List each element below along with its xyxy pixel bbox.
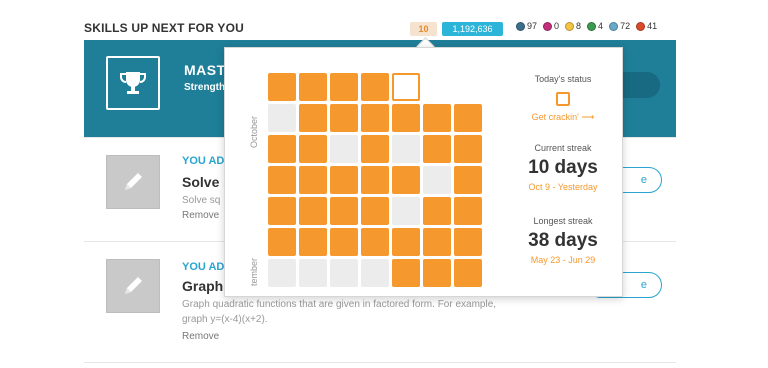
calendar-day xyxy=(361,259,389,287)
calendar-day xyxy=(423,135,451,163)
remove-link[interactable]: Remove xyxy=(182,331,219,342)
calendar-day xyxy=(454,135,482,163)
calendar-day xyxy=(268,197,296,225)
calendar-day xyxy=(454,259,482,287)
calendar-day xyxy=(299,259,327,287)
current-streak-label: Current streak xyxy=(534,143,592,153)
badge-count-item[interactable]: 4 xyxy=(587,21,603,31)
calendar-day xyxy=(361,166,389,194)
badge-count-value: 97 xyxy=(527,21,538,31)
calendar-day xyxy=(268,104,296,132)
calendar-day xyxy=(268,259,296,287)
calendar-day xyxy=(392,135,420,163)
badge-count-item[interactable]: 97 xyxy=(516,21,537,31)
calendar-day xyxy=(361,135,389,163)
mastery-subtitle: Strength xyxy=(184,82,226,93)
longest-streak: Longest streak 38 days May 23 - Jun 29 xyxy=(503,216,623,265)
sun-badge-icon xyxy=(516,21,525,31)
badge-count-item[interactable]: 72 xyxy=(609,21,630,31)
skills-up-next-title: SKILLS UP NEXT FOR YOU xyxy=(84,21,244,35)
calendar-day xyxy=(361,197,389,225)
badge-count-value: 41 xyxy=(647,21,658,31)
calendar-day xyxy=(361,228,389,256)
calendar-day xyxy=(454,73,482,101)
calendar-day xyxy=(454,166,482,194)
skill-description: Graph quadratic functions that are given… xyxy=(182,299,497,325)
longest-streak-label: Longest streak xyxy=(533,216,593,226)
calendar-day xyxy=(423,73,451,101)
moon-badge-icon xyxy=(543,21,553,31)
todays-status: Today's status Get crackin' ⟶ xyxy=(503,74,623,123)
badge-count-item[interactable]: 0 xyxy=(543,21,559,31)
calendar-day xyxy=(392,166,420,194)
calendar-day xyxy=(299,135,327,163)
calendar-day xyxy=(454,228,482,256)
skill-tag: YOU AD xyxy=(182,261,225,273)
badge-counts[interactable]: 97 0 8 4 72 41 xyxy=(516,21,657,31)
calendar-day xyxy=(392,104,420,132)
calendar-day xyxy=(330,259,358,287)
calendar-day xyxy=(454,104,482,132)
calendar-day xyxy=(268,166,296,194)
challenge-badge-icon xyxy=(636,21,646,31)
calendar-day xyxy=(330,166,358,194)
calendar-day xyxy=(423,228,451,256)
remove-link[interactable]: Remove xyxy=(182,210,219,221)
earth-badge-icon xyxy=(565,21,575,31)
calendar-day xyxy=(361,73,389,101)
streak-calendar-popover: October tember Today's status Get cracki… xyxy=(224,47,623,297)
calendar-day xyxy=(392,259,420,287)
calendar-day xyxy=(392,228,420,256)
longest-streak-range: May 23 - Jun 29 xyxy=(530,255,596,265)
streak-badge[interactable]: 10 xyxy=(410,22,437,36)
current-streak-value: 10 days xyxy=(528,157,598,178)
calendar-day xyxy=(268,228,296,256)
badge-count-item[interactable]: 41 xyxy=(636,21,657,31)
skill-tag: YOU AD xyxy=(182,155,225,167)
longest-streak-value: 38 days xyxy=(528,230,598,251)
calendar-day xyxy=(268,135,296,163)
badge-count-value: 8 xyxy=(576,21,582,31)
calendar-day xyxy=(268,73,296,101)
badge-count-value: 4 xyxy=(598,21,604,31)
trophy-icon xyxy=(106,56,160,110)
calendar-day xyxy=(330,197,358,225)
calendar-day xyxy=(299,166,327,194)
calendar-day xyxy=(330,135,358,163)
skill-title[interactable]: Graph xyxy=(182,278,223,294)
calendar-day xyxy=(423,259,451,287)
calendar-day xyxy=(423,197,451,225)
pencil-icon xyxy=(106,155,160,209)
row-divider xyxy=(84,362,676,363)
get-crackin-link[interactable]: Get crackin' ⟶ xyxy=(503,112,623,123)
badge-count-item[interactable]: 8 xyxy=(565,21,581,31)
black-hole-badge-icon xyxy=(609,21,619,31)
calendar-day xyxy=(330,104,358,132)
calendar-day xyxy=(361,104,389,132)
calendar-day xyxy=(299,104,327,132)
calendar-day xyxy=(299,228,327,256)
calendar-day xyxy=(392,197,420,225)
badge-count-value: 0 xyxy=(554,21,560,31)
calendar-day xyxy=(330,73,358,101)
calendar-day-today xyxy=(392,73,420,101)
month-label-october: October xyxy=(249,115,259,148)
mastery-title: MAST xyxy=(184,62,226,78)
pencil-icon xyxy=(106,259,160,313)
energy-points-badge[interactable]: 1,192,636 xyxy=(442,22,503,36)
calendar-day xyxy=(454,197,482,225)
streak-calendar-grid xyxy=(268,73,482,287)
calendar-day xyxy=(423,166,451,194)
calendar-day xyxy=(423,104,451,132)
current-streak: Current streak 10 days Oct 9 - Yesterday xyxy=(503,143,623,192)
badge-count-value: 72 xyxy=(620,21,631,31)
sun-badge-icon-2 xyxy=(587,21,597,31)
calendar-day xyxy=(299,73,327,101)
calendar-day xyxy=(330,228,358,256)
todays-status-label: Today's status xyxy=(534,74,592,84)
month-label-september: tember xyxy=(249,257,259,286)
calendar-day xyxy=(299,197,327,225)
current-streak-range: Oct 9 - Yesterday xyxy=(528,182,598,192)
today-status-box xyxy=(556,92,570,106)
